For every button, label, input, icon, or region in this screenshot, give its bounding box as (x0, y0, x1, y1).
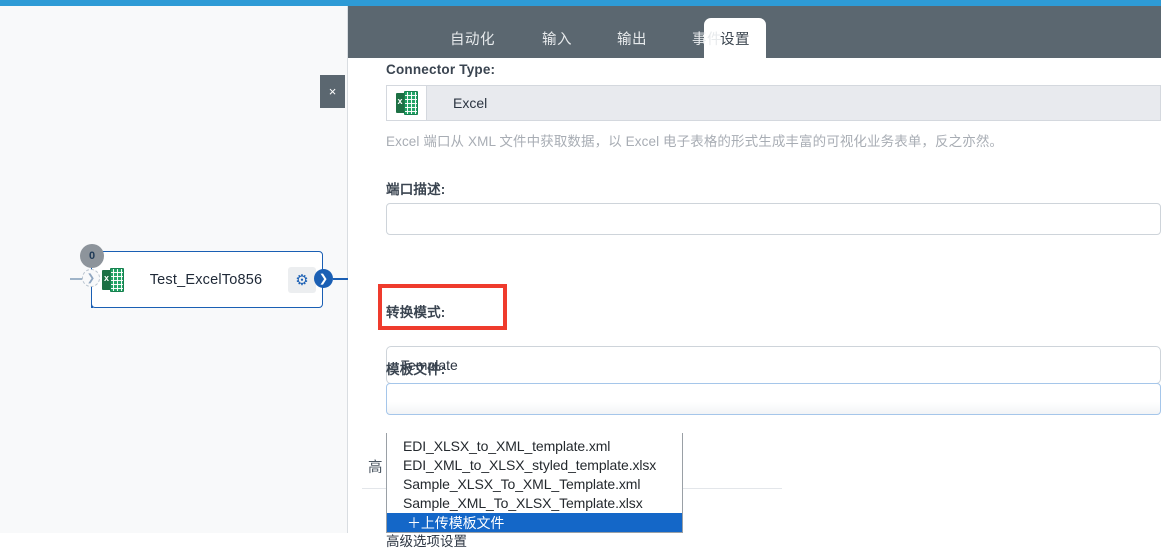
node-output-link (333, 278, 349, 280)
list-item[interactable]: EDI_XLSX_to_XML_template.xml (387, 437, 682, 456)
settings-panel: 设置 自动化 输入 输出 事件 Connector Type: Excel Ex… (348, 6, 1161, 533)
list-item[interactable]: Sample_XML_To_XLSX_Template.xlsx (387, 494, 682, 513)
node-output-connector-icon[interactable]: ❯ (314, 269, 333, 288)
node-input-connector-icon[interactable]: ❯ (82, 269, 100, 287)
node-count-badge: 0 (80, 244, 104, 268)
advanced-options-text: 高级选项设置 (386, 530, 467, 550)
template-file-label: 模板文件: (386, 358, 446, 378)
advanced-section-label: 高 (368, 456, 383, 477)
connector-type-row[interactable]: Excel (386, 85, 1161, 121)
excel-file-icon (102, 268, 124, 292)
convert-mode-select-wrap[interactable]: Template (386, 346, 1161, 384)
port-description-label: 端口描述: (386, 178, 446, 198)
port-description-input[interactable] (386, 203, 1161, 235)
upload-template-file-option[interactable]: ＋上传模板文件 (387, 513, 682, 533)
connector-type-value: Excel (453, 95, 487, 111)
flow-node-label: Test_ExcelTo856 (124, 272, 288, 288)
gear-icon[interactable]: ⚙ (288, 267, 316, 293)
flow-canvas[interactable]: 0 ❯ Test_ExcelTo856 ⚙ ❯ (0, 6, 348, 533)
tab-automation[interactable]: 自动化 (434, 18, 511, 58)
panel-tabbar: 设置 自动化 输入 输出 事件 (348, 6, 1161, 58)
tab-input[interactable]: 输入 (526, 18, 588, 58)
list-item[interactable]: Sample_XLSX_To_XML_Template.xml (387, 475, 682, 494)
close-icon[interactable]: × (320, 75, 345, 108)
tab-events[interactable]: 事件 (676, 18, 738, 58)
list-item[interactable]: EDI_XML_to_XLSX_styled_template.xlsx (387, 456, 682, 475)
flow-node-excel[interactable]: Test_ExcelTo856 ⚙ (91, 251, 323, 308)
connector-type-label: Connector Type: (386, 62, 495, 77)
template-file-input[interactable] (386, 383, 1161, 415)
convert-mode-label: 转换模式: (386, 301, 446, 321)
excel-file-icon (387, 86, 427, 120)
template-file-dropdown[interactable]: EDI_XLSX_to_XML_template.xml EDI_XML_to_… (386, 433, 683, 533)
connector-type-description: Excel 端口从 XML 文件中获取数据，以 Excel 电子表格的形式生成丰… (386, 130, 1146, 150)
convert-mode-select[interactable]: Template (386, 346, 1161, 384)
settings-form: Connector Type: Excel Excel 端口从 XML 文件中获… (348, 58, 1161, 533)
tab-output[interactable]: 输出 (601, 18, 663, 58)
